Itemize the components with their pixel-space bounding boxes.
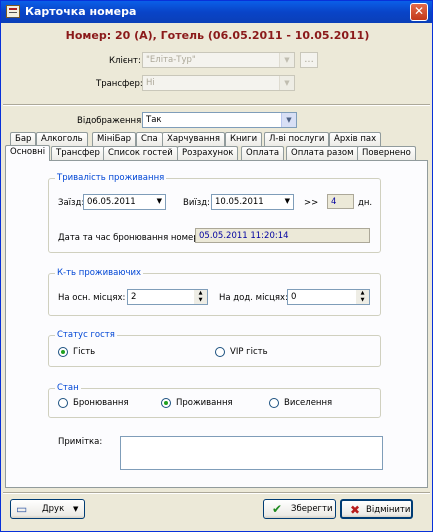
room-heading: Номер: 20 (A), Готель (06.05.2011 - 10.0…: [65, 29, 370, 42]
note-textarea[interactable]: [120, 436, 383, 470]
arrow-up-icon[interactable]: ▲: [356, 290, 369, 297]
window-card-icon: [6, 5, 20, 18]
card-window: Карточка номера ✕ Номер: 20 (A), Готель …: [0, 0, 433, 532]
living-radio[interactable]: [161, 398, 171, 408]
window-title: Карточка номера: [25, 5, 137, 18]
client-value: "Еліта-Тур": [146, 55, 196, 65]
cancel-label: Відмінити: [366, 505, 411, 515]
save-label: Зберегти: [291, 504, 333, 514]
chevron-down-icon: ▼: [73, 505, 79, 513]
main-places-value: 2: [131, 292, 137, 302]
spinner-buttons[interactable]: ▲ ▼: [356, 290, 369, 304]
chevron-down-icon: ▼: [279, 53, 294, 67]
tab-main[interactable]: Основні: [5, 145, 51, 161]
tab-guest-list[interactable]: Список гостей: [103, 146, 178, 160]
main-places-stepper[interactable]: 2 ▲ ▼: [127, 289, 208, 305]
checkout-value: 10.05.2011: [215, 197, 264, 207]
display-label: Відображення:: [77, 116, 145, 126]
client-select[interactable]: "Еліта-Тур" ▼: [142, 52, 295, 68]
transfer-value: Ні: [146, 78, 155, 88]
cancel-button[interactable]: ✖ Відмінити: [340, 499, 413, 519]
guest-status-title: Статус гостя: [55, 330, 117, 340]
extra-places-label: На дод. місцях:: [219, 293, 288, 303]
stay-group-title: Тривалість проживання: [55, 173, 167, 183]
tab-bar[interactable]: Бар: [10, 132, 37, 146]
tab-payment[interactable]: Оплата: [241, 146, 285, 160]
tab-books[interactable]: Книги: [225, 132, 263, 146]
booking-label: Дата та час бронювання номера:: [58, 233, 207, 243]
checkout-label: Виїзд:: [183, 198, 210, 208]
booking-radio[interactable]: [58, 398, 68, 408]
tab-payment-total[interactable]: Оплата разом: [286, 146, 359, 160]
print-button[interactable]: ▭ Друк ▼: [10, 499, 85, 519]
guest-radio[interactable]: [58, 347, 68, 357]
tab-transfer[interactable]: Трансфер: [51, 146, 105, 160]
tab-archive[interactable]: Архів пах: [329, 132, 382, 146]
vip-guest-radio[interactable]: [215, 347, 225, 357]
tab-alcohol[interactable]: Алкоголь: [36, 132, 88, 146]
tab-returned[interactable]: Повернено: [357, 146, 416, 160]
checkout-date-picker[interactable]: 10.05.2011 ▼: [211, 194, 294, 210]
arrow-down-icon[interactable]: ▼: [194, 297, 207, 304]
booking-field: 05.05.2011 11:20:14: [195, 228, 370, 243]
print-label: Друк: [42, 504, 65, 514]
checkin-date-picker[interactable]: 06.05.2011 ▼: [83, 194, 166, 210]
state-group-title: Стан: [55, 383, 81, 393]
tab-settlement[interactable]: Розрахунок: [177, 146, 239, 160]
client-label: Клієнт:: [109, 56, 141, 66]
separator: [3, 104, 430, 106]
days-value: 4: [331, 197, 337, 207]
display-select[interactable]: Так ▼: [142, 112, 297, 128]
guest-radio-label[interactable]: Гість: [73, 347, 95, 357]
days-field: 4: [327, 194, 354, 209]
save-button[interactable]: ✔ Зберегти: [263, 499, 336, 519]
checkin-value: 06.05.2011: [87, 197, 136, 207]
note-label: Примітка:: [58, 437, 103, 447]
residents-group-title: К-ть проживаючих: [55, 268, 144, 278]
printer-icon: ▭: [16, 502, 28, 516]
booking-radio-label[interactable]: Бронювання: [73, 398, 129, 408]
booking-value: 05.05.2011 11:20:14: [199, 231, 289, 241]
checkin-label: Заїзд:: [58, 198, 85, 208]
living-radio-label[interactable]: Проживання: [176, 398, 233, 408]
checkout-radio-label[interactable]: Виселення: [284, 398, 332, 408]
tab-panel-main: Тривалість проживання Заїзд: 06.05.2011 …: [5, 160, 428, 488]
title-bar[interactable]: Карточка номера ✕: [1, 1, 432, 23]
arrow-up-icon[interactable]: ▲: [194, 290, 207, 297]
days-arrow: >>: [304, 198, 319, 208]
transfer-select[interactable]: Ні ▼: [142, 75, 295, 91]
chevron-down-icon: ▼: [279, 76, 294, 90]
display-value: Так: [146, 115, 162, 125]
arrow-down-icon[interactable]: ▼: [356, 297, 369, 304]
transfer-label: Трансфер:: [96, 79, 143, 89]
close-button[interactable]: ✕: [410, 3, 428, 21]
client-browse-button[interactable]: ...: [300, 52, 318, 68]
chevron-down-icon: ▼: [281, 113, 296, 127]
tab-meals[interactable]: Харчування: [162, 132, 225, 146]
tab-minibar[interactable]: МініБар: [92, 132, 137, 146]
checkout-radio[interactable]: [269, 398, 279, 408]
extra-places-stepper[interactable]: 0 ▲ ▼: [287, 289, 370, 305]
days-unit: дн.: [358, 198, 373, 208]
vip-guest-radio-label[interactable]: VIP гість: [230, 347, 268, 357]
chevron-down-icon: ▼: [284, 197, 290, 205]
tab-other-services[interactable]: Л-ві послуги: [264, 132, 330, 146]
main-places-label: На осн. місцях:: [58, 293, 126, 303]
spinner-buttons[interactable]: ▲ ▼: [194, 290, 207, 304]
chevron-down-icon: ▼: [156, 197, 162, 205]
x-icon: ✖: [350, 503, 361, 517]
extra-places-value: 0: [291, 292, 297, 302]
checkmark-icon: ✔: [272, 502, 283, 516]
separator: [3, 492, 430, 494]
tab-spa[interactable]: Спа: [136, 132, 163, 146]
